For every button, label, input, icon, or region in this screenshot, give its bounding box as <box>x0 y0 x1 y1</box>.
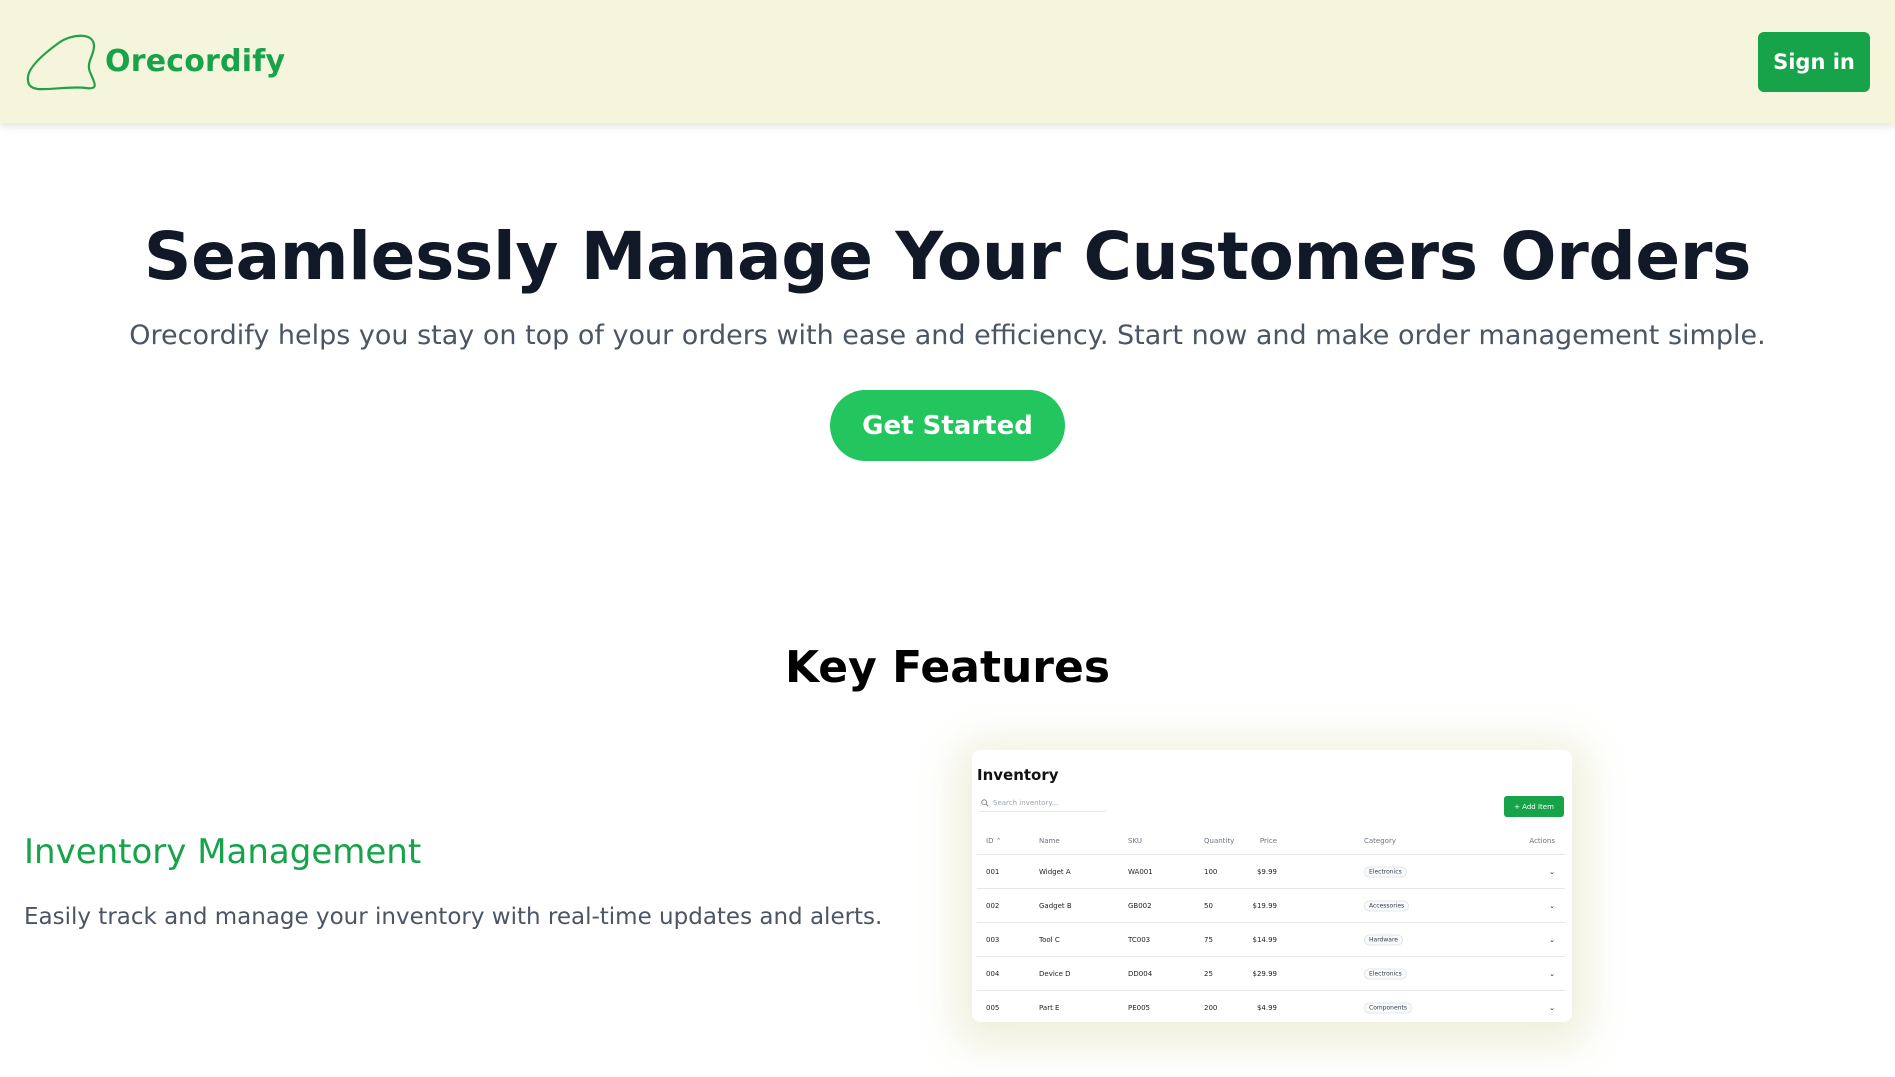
cell-id: 003 <box>986 935 1000 944</box>
category-badge: Electronics <box>1364 866 1407 877</box>
inventory-preview: Inventory Search inventory... + Add Item… <box>972 750 1572 1022</box>
cell-quantity: 25 <box>1204 969 1213 978</box>
cell-name: Tool C <box>1039 935 1060 944</box>
table-row: 005 Part E PE005 200 $4.99 Components ⌄ <box>977 991 1565 1024</box>
cell-quantity: 200 <box>1204 1003 1218 1012</box>
cell-category: Electronics <box>1364 968 1407 979</box>
blob-logo-icon[interactable] <box>24 32 100 92</box>
table-row: 002 Gadget B GB002 50 $19.99 Accessories… <box>977 889 1565 923</box>
cell-sku: WA001 <box>1128 867 1153 876</box>
cell-sku: TC003 <box>1128 935 1151 944</box>
cell-quantity: 75 <box>1204 935 1213 944</box>
column-header-name: Name <box>1039 837 1060 845</box>
chevron-down-icon: ⌄ <box>1549 901 1555 910</box>
cell-price: $9.99 <box>1256 867 1277 876</box>
cell-sku: DD004 <box>1128 969 1153 978</box>
cell-name: Widget A <box>1039 867 1071 876</box>
cell-name: Device D <box>1039 969 1071 978</box>
table-row: 001 Widget A WA001 100 $9.99 Electronics… <box>977 855 1565 889</box>
category-badge: Hardware <box>1364 934 1403 945</box>
table-header-row: ID ⌃ Name SKU Quantity Price Category Ac… <box>977 828 1565 855</box>
search-placeholder: Search inventory... <box>993 798 1059 807</box>
cell-price: $29.99 <box>1252 969 1278 978</box>
column-header-price: Price <box>1259 837 1277 845</box>
cell-category: Components <box>1364 1002 1412 1013</box>
hero-subtitle: Orecordify helps you stay on top of your… <box>129 320 1766 351</box>
inventory-table: ID ⌃ Name SKU Quantity Price Category Ac… <box>977 828 1565 1024</box>
category-badge: Electronics <box>1364 968 1407 979</box>
search-icon <box>981 798 989 806</box>
cell-category: Electronics <box>1364 866 1407 877</box>
features-heading: Key Features <box>784 642 1111 693</box>
cell-sku: GB002 <box>1128 901 1152 910</box>
column-header-quantity: Quantity <box>1204 837 1235 845</box>
site-header: Orecordify Sign in <box>0 0 1895 123</box>
column-header-category: Category <box>1364 837 1396 845</box>
sign-in-button[interactable]: Sign in <box>1758 32 1870 92</box>
cell-id: 004 <box>986 969 1000 978</box>
table-row: 003 Tool C TC003 75 $14.99 Hardware ⌄ <box>977 923 1565 957</box>
hero-title: Seamlessly Manage Your Customers Orders <box>143 218 1752 295</box>
cell-price: $14.99 <box>1252 935 1278 944</box>
inventory-search-input: Search inventory... <box>977 794 1107 812</box>
column-header-sku: SKU <box>1128 837 1142 845</box>
cell-name: Gadget B <box>1039 901 1072 910</box>
feature-description: Easily track and manage your inventory w… <box>24 904 883 930</box>
category-badge: Accessories <box>1364 900 1410 911</box>
cell-name: Part E <box>1039 1003 1060 1012</box>
get-started-button[interactable]: Get Started <box>830 390 1065 461</box>
chevron-down-icon: ⌄ <box>1549 867 1555 876</box>
column-header-id: ID ⌃ <box>986 837 1002 845</box>
cell-category: Hardware <box>1364 934 1403 945</box>
chevron-down-icon: ⌄ <box>1549 935 1555 944</box>
cell-price: $4.99 <box>1256 1003 1277 1012</box>
chevron-down-icon: ⌄ <box>1549 969 1555 978</box>
cell-price: $19.99 <box>1252 901 1278 910</box>
inventory-title: Inventory <box>977 766 1059 784</box>
chevron-down-icon: ⌄ <box>1549 1003 1555 1012</box>
cell-id: 005 <box>986 1003 1000 1012</box>
column-header-actions: Actions <box>1529 837 1555 845</box>
table-row: 004 Device D DD004 25 $29.99 Electronics… <box>977 957 1565 991</box>
cell-quantity: 100 <box>1204 867 1218 876</box>
add-item-button: + Add Item <box>1504 796 1564 817</box>
category-badge: Components <box>1364 1002 1412 1013</box>
cell-sku: PE005 <box>1128 1003 1151 1012</box>
cell-id: 001 <box>986 867 1000 876</box>
cell-category: Accessories <box>1364 900 1410 911</box>
chevron-up-icon: ⌃ <box>995 837 1002 845</box>
cell-id: 002 <box>986 901 1000 910</box>
feature-title: Inventory Management <box>24 832 422 872</box>
brand-name[interactable]: Orecordify <box>105 44 285 79</box>
cell-quantity: 50 <box>1204 901 1213 910</box>
